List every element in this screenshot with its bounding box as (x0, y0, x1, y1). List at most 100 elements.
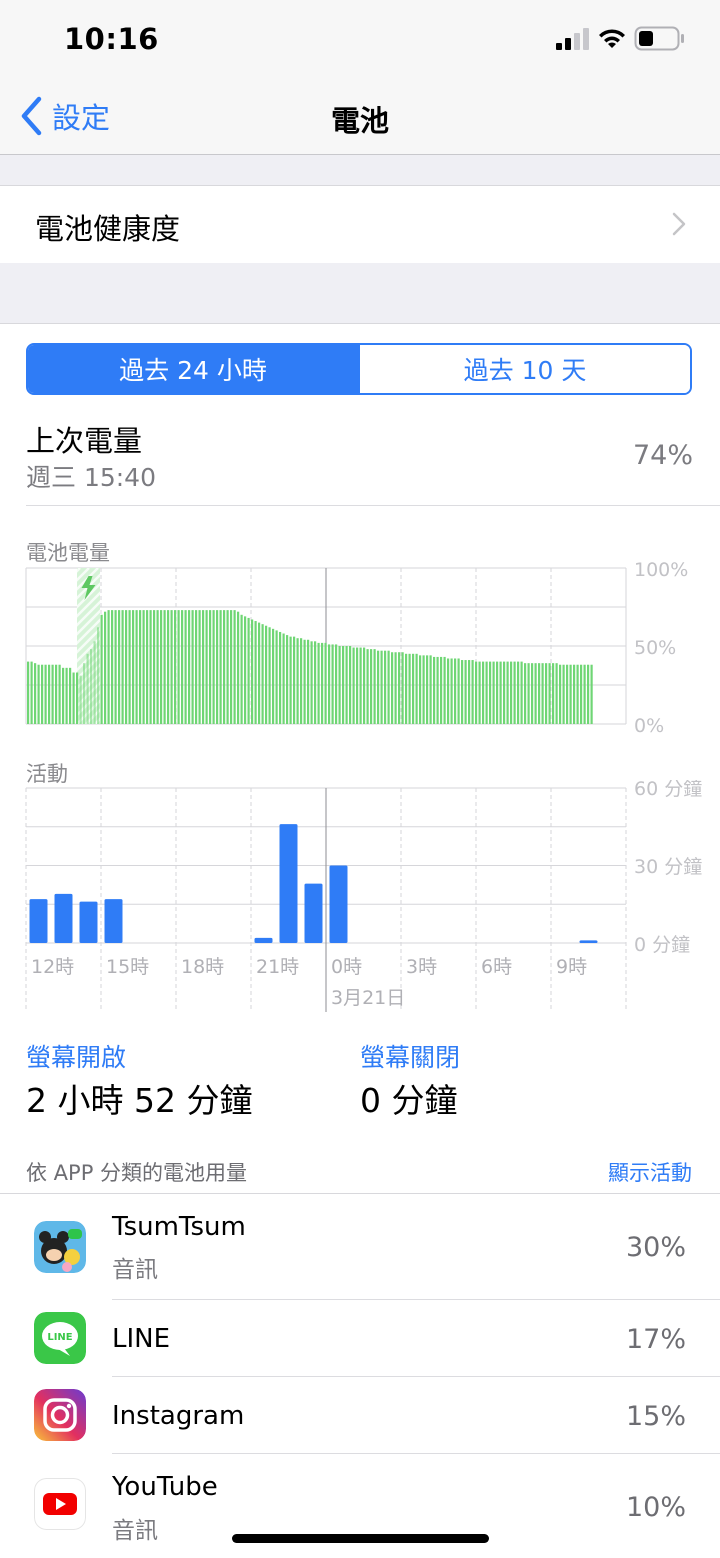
app-subtitle: 音訊 (112, 1518, 158, 1544)
battery-level-bar (58, 664, 61, 724)
battery-level-bar (384, 650, 387, 724)
tab-last-10-days[interactable]: 過去 10 天 (358, 345, 690, 393)
instagram-app-icon (34, 1389, 86, 1441)
battery-level-bar (205, 610, 208, 724)
battery-level-bar (454, 658, 457, 724)
battery-level-bar (34, 663, 37, 724)
battery-level-bar (139, 610, 142, 724)
battery-level-bar (128, 610, 131, 724)
battery-level-bar (135, 610, 138, 724)
activity-bar (579, 940, 598, 943)
battery-level-bar (286, 635, 289, 724)
activity-y-tick-30: 30 分鐘 (634, 856, 702, 878)
battery-level-bar (569, 664, 572, 724)
battery-icon (634, 26, 684, 51)
battery-level-bar (121, 610, 124, 724)
battery-level-bar (198, 610, 201, 724)
battery-level-bar (419, 655, 422, 724)
battery-level-bar (510, 661, 513, 724)
battery-level-bar (177, 610, 180, 724)
battery-level-bar (114, 610, 117, 724)
battery-level-bar (524, 663, 527, 724)
app-name: Instagram (112, 1401, 245, 1431)
activity-x-tick: 21時 (256, 956, 299, 978)
svg-text:LINE: LINE (47, 1332, 72, 1343)
battery-level-bar (489, 661, 492, 724)
battery-level-bar (328, 644, 331, 724)
battery-level-bar (440, 656, 443, 724)
battery-level-bar (513, 661, 516, 724)
battery-level-bar (562, 664, 565, 724)
tab-last-24-hours[interactable]: 過去 24 小時 (28, 345, 358, 393)
activity-y-tick-60: 60 分鐘 (634, 780, 702, 800)
battery-level-bar (258, 622, 261, 724)
battery-level-bar (534, 663, 537, 724)
battery-level-bar (499, 661, 502, 724)
battery-level-bar (380, 650, 383, 724)
activity-date-label: 3月21日 (331, 987, 405, 1009)
battery-level-bar (209, 610, 212, 724)
battery-level-bar (394, 652, 397, 724)
battery-level-bar (230, 610, 233, 724)
battery-level-bar (545, 663, 548, 724)
battery-level-bar (566, 664, 569, 724)
battery-level-bar (279, 631, 282, 724)
battery-level-bar (338, 646, 341, 724)
activity-bar (329, 865, 348, 943)
time-range-segmented-control: 過去 24 小時 過去 10 天 (26, 343, 692, 395)
battery-level-bar (111, 610, 114, 724)
battery-level-bar (97, 627, 100, 724)
app-percent: 10% (625, 1492, 686, 1523)
battery-y-tick-50: 50% (634, 637, 676, 659)
app-name: YouTube (112, 1472, 218, 1502)
battery-level-bar (352, 647, 355, 724)
activity-chart: 60 分鐘 30 分鐘 0 分鐘 12時 15時 18時 21時 0時 3時 6時 9時 3月… (25, 780, 702, 1012)
battery-level-bar (310, 641, 313, 724)
activity-x-tick: 9時 (556, 956, 587, 978)
app-row-tsumtsum[interactable]: TsumTsum 音訊 30% (0, 1194, 720, 1300)
battery-level-bar (44, 664, 47, 724)
battery-level-bar (30, 661, 33, 724)
battery-level-bar (153, 610, 156, 724)
screen-off-value: 0 分鐘 (360, 1081, 458, 1120)
battery-level-bar (268, 627, 271, 724)
battery-level-bar (506, 661, 509, 724)
activity-bar (104, 899, 123, 943)
battery-level-bar (265, 625, 268, 724)
battery-level-bar (321, 642, 324, 724)
battery-level-bar (443, 656, 446, 724)
battery-level-bar (282, 633, 285, 724)
battery-level-bar (219, 610, 222, 724)
battery-level-bar (405, 653, 408, 724)
battery-level-bar (464, 660, 467, 724)
battery-usage-by-app-header: 依 APP 分類的電池用量 (26, 1161, 248, 1185)
chevron-right-icon (672, 212, 686, 236)
battery-level-bar (478, 661, 481, 724)
battery-level-bar (482, 661, 485, 724)
battery-level-bar (307, 639, 310, 724)
battery-level-bar (223, 610, 226, 724)
battery-level-bar (503, 661, 506, 724)
battery-level-bar (433, 656, 436, 724)
battery-health-row[interactable]: 電池健康度 (0, 185, 720, 264)
battery-y-tick-0: 0% (634, 715, 664, 735)
battery-level-bar (538, 663, 541, 724)
battery-level-bar (391, 652, 394, 724)
battery-level-bar (160, 610, 163, 724)
battery-level-bar (492, 661, 495, 724)
battery-level-bar (275, 630, 278, 724)
battery-level-bar (79, 675, 82, 724)
app-row-line[interactable]: LINE LINE 17% (0, 1300, 720, 1377)
screen-off-label: 螢幕關閉 (360, 1043, 461, 1072)
activity-x-tick: 12時 (31, 956, 74, 978)
battery-level-chart: 100% 50% 0% (25, 560, 688, 735)
battery-level-bar (118, 610, 121, 724)
battery-level-bar (251, 619, 254, 724)
battery-level-bar (331, 644, 334, 724)
battery-level-bar (412, 653, 415, 724)
section-gap (0, 155, 720, 185)
battery-level-bar (426, 655, 429, 724)
show-activity-button[interactable]: 顯示活動 (608, 1157, 692, 1187)
battery-level-bar (468, 660, 471, 724)
app-row-instagram[interactable]: Instagram 15% (0, 1377, 720, 1454)
